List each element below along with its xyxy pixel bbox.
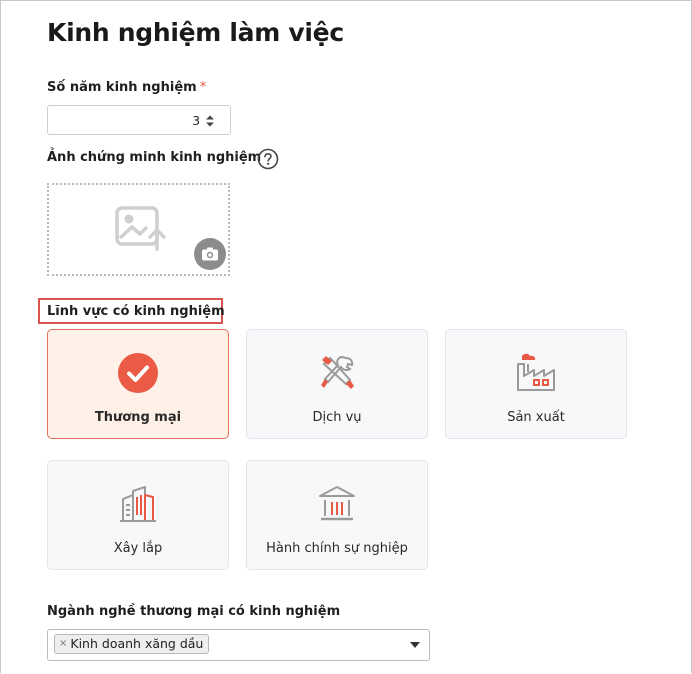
fields-label: Lĩnh vực có kinh nghiệm (47, 304, 225, 319)
field-card-label: Thương mại (94, 410, 182, 425)
tools-icon (321, 355, 354, 389)
help-icon[interactable] (257, 148, 279, 170)
camera-icon (202, 247, 218, 261)
field-card-san-xuat[interactable]: Sản xuất (445, 329, 627, 439)
field-card-label: Hành chính sự nghiệp (266, 541, 408, 556)
industries-multiselect[interactable]: × Kinh doanh xăng dầu (47, 629, 430, 661)
factory-icon (517, 353, 555, 391)
proof-image-label: Ảnh chứng minh kinh nghiệm (47, 150, 262, 165)
experience-years-label: Số năm kinh nghiệm * (47, 80, 207, 95)
field-card-hanh-chinh-su-nghiep[interactable]: Hành chính sự nghiệp (246, 460, 428, 570)
image-upload-icon (115, 206, 166, 251)
tag-remove-icon[interactable]: × (59, 634, 67, 654)
check-circle-icon (118, 353, 158, 393)
camera-button[interactable] (194, 238, 226, 270)
industry-tag-label: Kinh doanh xăng dầu (70, 636, 204, 651)
industries-label: Ngành nghề thương mại có kinh nghiệm (47, 604, 341, 619)
experience-years-value: 3 (192, 114, 200, 128)
field-card-label: Xây lắp (113, 541, 163, 556)
field-card-thuong-mai[interactable]: Thương mại (47, 329, 229, 439)
field-card-xay-lap[interactable]: Xây lắp (47, 460, 229, 570)
field-card-label: Sản xuất (507, 410, 565, 425)
dropdown-caret-icon[interactable] (410, 642, 420, 648)
required-mark: * (199, 80, 207, 95)
government-building-icon (319, 486, 355, 521)
page-title: Kinh nghiệm làm việc (47, 18, 344, 47)
buildings-icon (120, 486, 156, 522)
field-card-dich-vu[interactable]: Dịch vụ (246, 329, 428, 439)
image-upload-area[interactable] (47, 183, 230, 276)
industry-tag: × Kinh doanh xăng dầu (54, 634, 210, 654)
spinner-arrows-icon[interactable] (205, 114, 215, 128)
experience-years-input[interactable]: 3 (47, 105, 231, 135)
field-card-label: Dịch vụ (312, 410, 362, 425)
